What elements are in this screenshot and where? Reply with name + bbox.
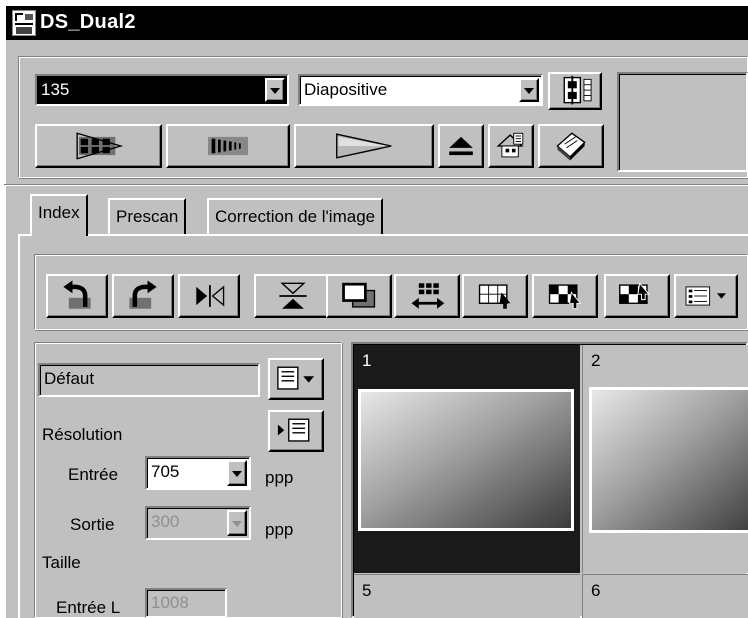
tab-prescan-label: Prescan bbox=[116, 207, 179, 226]
crop-frames-icon bbox=[342, 282, 376, 308]
resolution-label: Résolution bbox=[42, 425, 123, 444]
rotate-left-button[interactable] bbox=[46, 274, 108, 318]
prescan-icon bbox=[208, 136, 248, 156]
rotate-right-icon bbox=[129, 280, 157, 309]
view-options-icon bbox=[685, 286, 726, 306]
index-scan-icon bbox=[76, 132, 124, 160]
help-book-icon bbox=[556, 132, 586, 161]
thumbnail-frame[interactable]: 1 bbox=[354, 345, 580, 573]
output-resolution-dropdown-arrow[interactable] bbox=[227, 510, 247, 536]
film-format-dropdown-arrow[interactable] bbox=[265, 78, 285, 102]
flip-vertical-button[interactable] bbox=[254, 274, 332, 318]
flip-horizontal-button[interactable] bbox=[178, 274, 240, 318]
film-format-value: 135 bbox=[41, 80, 70, 99]
rotate-right-button[interactable] bbox=[112, 274, 174, 318]
output-resolution-select[interactable]: 300 bbox=[145, 506, 251, 540]
tab-index-label: Index bbox=[38, 203, 80, 222]
swap-button[interactable] bbox=[394, 274, 460, 318]
scan-button[interactable] bbox=[294, 124, 434, 168]
settings-icon bbox=[496, 132, 524, 158]
help-button[interactable] bbox=[538, 124, 604, 168]
arrow-document-icon bbox=[277, 418, 310, 442]
document-menu-icon bbox=[277, 366, 315, 390]
output-resolution-label: Sortie bbox=[70, 515, 115, 534]
settings-button[interactable] bbox=[488, 124, 534, 168]
tab-index[interactable]: Index bbox=[30, 194, 88, 236]
flip-horizontal-icon bbox=[196, 285, 225, 307]
thumbnail-frame[interactable]: 5 bbox=[354, 574, 580, 618]
select-all-icon bbox=[478, 284, 511, 309]
flip-vertical-icon bbox=[279, 282, 307, 309]
thumbnail-image bbox=[358, 389, 574, 531]
status-display-area bbox=[617, 72, 748, 172]
tab-correction-label: Correction de l'image bbox=[215, 207, 376, 226]
thumbnail-image bbox=[589, 387, 748, 533]
size-input-field[interactable]: 1008 bbox=[145, 588, 227, 618]
thumbnail-number: 5 bbox=[362, 581, 372, 600]
crop-frames-button[interactable] bbox=[326, 274, 392, 318]
preset-value: Défaut bbox=[44, 369, 95, 388]
tab-correction[interactable]: Correction de l'image bbox=[207, 198, 384, 234]
eject-icon bbox=[449, 136, 473, 156]
input-resolution-value: 705 bbox=[151, 462, 180, 481]
thumbnail-number: 6 bbox=[591, 581, 601, 600]
scan-icon bbox=[336, 133, 392, 159]
input-resolution-select[interactable]: 705 bbox=[145, 456, 251, 490]
size-label: Taille bbox=[42, 553, 81, 572]
select-even-button[interactable] bbox=[604, 274, 670, 318]
input-resolution-dropdown-arrow[interactable] bbox=[227, 460, 247, 486]
film-format-select[interactable]: 135 bbox=[35, 74, 289, 106]
divider bbox=[4, 184, 748, 186]
window-title: DS_Dual2 bbox=[40, 11, 136, 33]
input-resolution-label: Entrée bbox=[68, 465, 119, 484]
input-resolution-unit: ppp bbox=[265, 468, 294, 487]
resolution-options-button[interactable] bbox=[268, 410, 324, 452]
eject-button[interactable] bbox=[438, 124, 484, 168]
index-scan-button[interactable] bbox=[35, 124, 162, 168]
size-input-label: Entrée L bbox=[56, 598, 121, 617]
select-even-icon bbox=[619, 282, 650, 304]
film-holder-button[interactable] bbox=[548, 72, 602, 110]
preset-field[interactable]: Défaut bbox=[38, 363, 260, 397]
prescan-button[interactable] bbox=[166, 124, 290, 168]
swap-icon bbox=[411, 283, 445, 309]
thumbnail-frame[interactable]: 2 bbox=[582, 345, 748, 573]
app-logo-icon bbox=[12, 10, 36, 36]
output-resolution-value: 300 bbox=[151, 512, 180, 531]
title-bar: DS_Dual2 bbox=[6, 6, 748, 40]
rotate-left-icon bbox=[63, 280, 91, 309]
film-type-dropdown-arrow[interactable] bbox=[519, 78, 539, 102]
view-options-button[interactable] bbox=[674, 274, 738, 318]
thumbnail-number: 1 bbox=[362, 351, 372, 370]
film-strip-icon bbox=[563, 75, 592, 105]
select-odd-icon bbox=[548, 284, 582, 310]
film-type-select[interactable]: Diapositive bbox=[298, 74, 543, 106]
tab-prescan[interactable]: Prescan bbox=[108, 198, 187, 234]
film-type-value: Diapositive bbox=[304, 80, 388, 99]
thumbnail-frame[interactable]: 6 bbox=[582, 574, 748, 618]
output-resolution-unit: ppp bbox=[265, 520, 294, 539]
thumbnail-number: 2 bbox=[591, 351, 601, 370]
select-all-button[interactable] bbox=[462, 274, 528, 318]
preset-menu-button[interactable] bbox=[268, 358, 324, 400]
size-input-value: 1008 bbox=[151, 593, 189, 612]
select-odd-button[interactable] bbox=[532, 274, 598, 318]
